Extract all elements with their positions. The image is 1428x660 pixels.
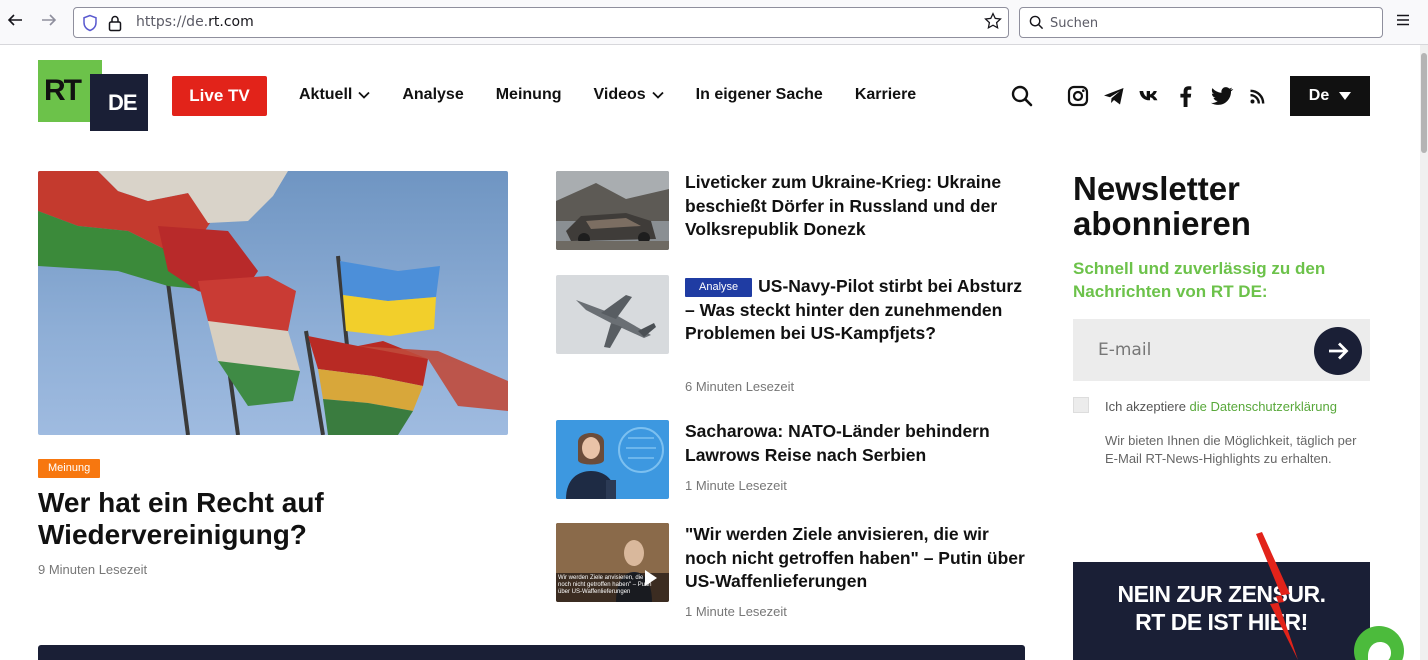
nav-item-analyse[interactable]: Analyse [402, 86, 463, 104]
lightning-bolt-icon [1256, 532, 1298, 660]
hamburger-menu-icon[interactable] [1394, 11, 1416, 33]
fighter-jet-photo [556, 275, 669, 354]
vk-icon[interactable] [1138, 84, 1162, 108]
zensur-banner[interactable]: NEIN ZUR ZENSUR. RT DE IST HIER! [1073, 562, 1370, 660]
forward-arrow-icon[interactable] [38, 11, 60, 33]
browser-search-input[interactable] [1050, 13, 1370, 33]
main-navigation: Aktuell Analyse Meinung Videos In eigene… [299, 86, 916, 104]
newsletter-title: Newsletter abonnieren [1073, 170, 1251, 242]
nav-item-aktuell[interactable]: Aktuell [299, 86, 370, 104]
nav-item-karriere[interactable]: Karriere [855, 86, 916, 104]
chat-icon [1368, 642, 1391, 660]
nav-item-in-eigener-sache[interactable]: In eigener Sache [696, 86, 823, 104]
article-thumbnail-video-putin[interactable]: Wir werden Ziele anvisieren, die wir noc… [556, 523, 669, 602]
address-bar[interactable]: https://de.rt.com [73, 7, 1009, 38]
page-scrollbar[interactable] [1420, 45, 1428, 660]
category-tag-meinung[interactable]: Meinung [38, 459, 101, 478]
twitter-icon[interactable] [1210, 84, 1234, 108]
article-title[interactable]: Liveticker zum Ukraine-Krieg: Ukraine be… [685, 171, 1025, 242]
lead-article-title[interactable]: Wer hat ein Recht auf Wiedervereinigung? [38, 487, 508, 551]
section-strip [38, 645, 1025, 660]
spokeswoman-photo [556, 420, 669, 499]
article-thumbnail-burned-car[interactable] [556, 171, 669, 250]
chat-bubble-button[interactable] [1354, 626, 1404, 660]
article-reading-time: 6 Minuten Lesezeit [685, 379, 795, 394]
instagram-icon[interactable] [1066, 84, 1090, 108]
telegram-icon[interactable] [1102, 84, 1126, 108]
newsletter-email-input[interactable] [1073, 319, 1308, 381]
video-thumb-caption: Wir werden Ziele anvisieren, die wir noc… [558, 575, 653, 595]
lock-icon[interactable] [108, 14, 122, 36]
browser-toolbar: https://de.rt.com [0, 0, 1428, 45]
lead-article-image[interactable] [38, 171, 508, 435]
language-selector[interactable]: De [1290, 76, 1370, 116]
article-thumbnail-sacharowa[interactable] [556, 420, 669, 499]
article-title[interactable]: "Wir werden Ziele anvisieren, die wir no… [685, 523, 1025, 594]
search-icon [1029, 15, 1044, 30]
newsletter-subtitle: Schnell und zuverlässig zu den Nachricht… [1073, 259, 1326, 301]
scrollbar-thumb[interactable] [1421, 53, 1427, 153]
live-tv-button[interactable]: Live TV [172, 76, 267, 116]
lead-reading-time: 9 Minuten Lesezeit [38, 562, 148, 577]
privacy-checkbox[interactable] [1073, 397, 1089, 413]
category-tag-analyse[interactable]: Analyse [685, 278, 753, 297]
caret-down-icon [1339, 92, 1352, 100]
privacy-policy-link[interactable]: die Datenschutzerklärung [1190, 399, 1337, 414]
article-thumbnail-fighter-jet[interactable] [556, 275, 669, 354]
article-reading-time: 1 Minute Lesezeit [685, 604, 787, 619]
rt-de-logo[interactable]: RT DE [38, 60, 148, 131]
chevron-down-icon [652, 91, 664, 99]
newsletter-form [1073, 319, 1370, 381]
flags-photo [38, 171, 508, 435]
article-title[interactable]: Sacharowa: NATO-Länder behindern Lawrows… [685, 420, 1025, 467]
banner-text: NEIN ZUR ZENSUR. RT DE IST HIER! [1117, 581, 1326, 635]
article-title[interactable]: Analyse US-Navy-Pilot stirbt bei Absturz … [685, 275, 1025, 346]
burned-car-photo [556, 171, 669, 250]
logo-de: DE [90, 74, 148, 131]
newsletter-submit-button[interactable] [1314, 327, 1362, 375]
nav-item-meinung[interactable]: Meinung [496, 86, 562, 104]
arrow-right-icon [1329, 342, 1349, 360]
chevron-down-icon [358, 91, 370, 99]
article-reading-time: 1 Minute Lesezeit [685, 478, 787, 493]
back-arrow-icon[interactable] [4, 11, 26, 33]
newsletter-info: Wir bieten Ihnen die Möglichkeit, täglic… [1105, 433, 1357, 466]
bookmark-star-icon[interactable] [984, 12, 1002, 35]
browser-search-box[interactable] [1019, 7, 1383, 38]
nav-item-videos[interactable]: Videos [593, 86, 664, 104]
url-text: https://de.rt.com [136, 14, 254, 30]
facebook-icon[interactable] [1174, 84, 1198, 108]
shield-icon[interactable] [82, 14, 98, 36]
site-search-icon[interactable] [1010, 84, 1034, 108]
privacy-accept-label: Ich akzeptiere die Datenschutzerklärung [1105, 399, 1337, 414]
rss-icon[interactable] [1246, 84, 1270, 108]
